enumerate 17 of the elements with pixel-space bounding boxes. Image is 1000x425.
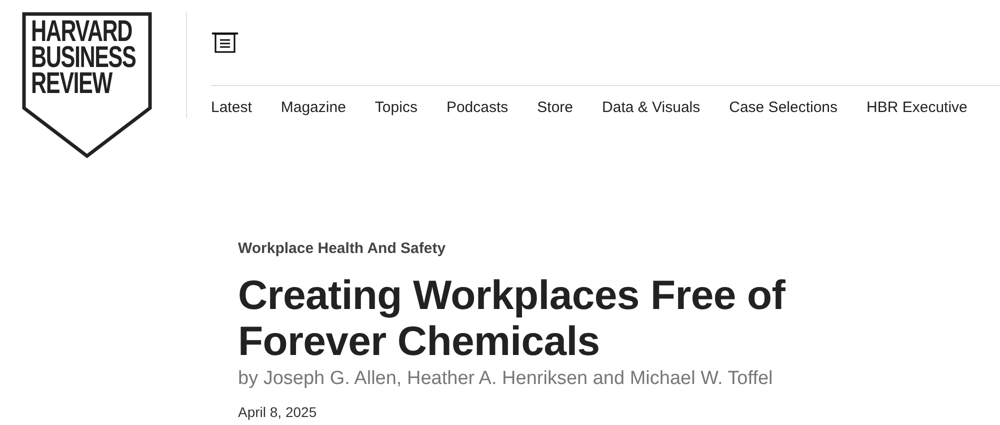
logo[interactable]: HARVARD BUSINESS REVIEW [22,12,152,158]
logo-text: REVIEW [31,71,112,97]
byline: by Joseph G. Allen, Heather A. Henriksen and Michael W. Toffel [238,368,773,390]
nav-link[interactable]: Topics [374,99,418,116]
nav-link[interactable]: Store [537,99,574,116]
logo-text: BUSINESS [31,45,136,71]
menu-icon[interactable] [212,32,238,54]
nav-link[interactable]: Podcasts [446,99,508,116]
publish-date: April 8, 2025 [238,404,318,420]
nav-link[interactable]: HBR Executive [866,99,968,116]
topic-link[interactable]: Workplace Health And Safety [238,240,446,257]
nav-link[interactable]: Data & Visuals [602,99,700,116]
nav-link[interactable]: Case Selections [729,99,838,116]
nav-link[interactable]: Latest [211,99,252,116]
logo-text: HARVARD [31,19,132,45]
article-title: Creating Workplaces Free of Forever Chemicals [238,272,786,364]
nav-link[interactable]: Magazine [280,99,346,116]
